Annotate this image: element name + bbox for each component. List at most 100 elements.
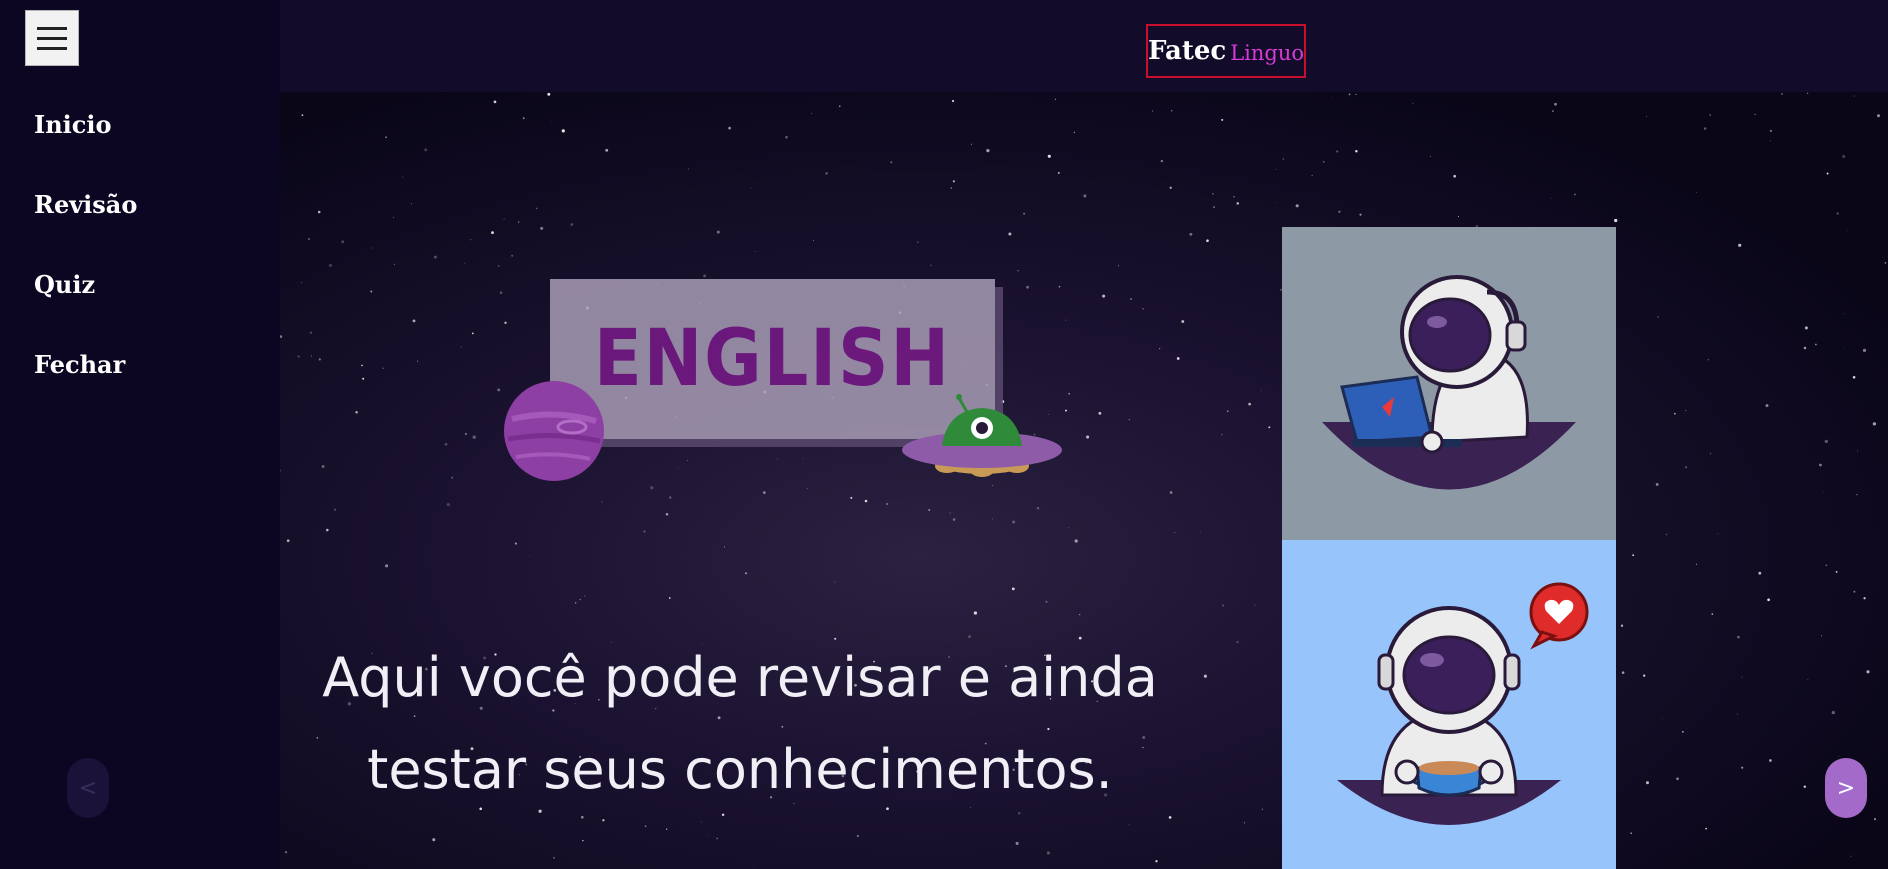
star bbox=[1843, 313, 1845, 315]
star bbox=[1674, 412, 1676, 415]
star bbox=[1045, 600, 1048, 603]
star bbox=[382, 367, 384, 369]
star bbox=[392, 217, 394, 218]
star bbox=[1657, 316, 1659, 318]
sidebar-link-fechar[interactable]: Fechar bbox=[34, 350, 125, 379]
star bbox=[1831, 711, 1835, 715]
ufo-icon bbox=[902, 394, 1062, 477]
star bbox=[1181, 320, 1185, 323]
top-bar: Fatec Linguo bbox=[280, 0, 1888, 92]
star bbox=[1655, 482, 1659, 486]
star bbox=[1632, 554, 1635, 557]
star bbox=[1023, 212, 1026, 215]
star bbox=[311, 355, 312, 357]
star bbox=[361, 364, 363, 367]
sidebar-nav: Inicio Revisão Quiz Fechar bbox=[34, 110, 137, 430]
star bbox=[1754, 113, 1756, 116]
star bbox=[1665, 533, 1668, 536]
sidebar-link-inicio[interactable]: Inicio bbox=[34, 110, 112, 139]
star bbox=[992, 518, 993, 520]
star bbox=[708, 834, 710, 836]
star bbox=[1189, 232, 1193, 236]
star bbox=[1850, 855, 1852, 857]
sidebar-link-quiz[interactable]: Quiz bbox=[34, 270, 95, 299]
star bbox=[1872, 422, 1877, 426]
star bbox=[716, 230, 720, 234]
star bbox=[1011, 587, 1015, 591]
astronaut-laptop-panel bbox=[1282, 227, 1616, 540]
star bbox=[1855, 493, 1858, 496]
star bbox=[1814, 343, 1817, 346]
star bbox=[333, 508, 337, 511]
star bbox=[1355, 93, 1357, 95]
hamburger-icon-bar bbox=[37, 46, 67, 50]
star bbox=[700, 821, 702, 823]
star bbox=[1128, 419, 1130, 421]
star bbox=[1155, 860, 1158, 863]
star bbox=[582, 839, 584, 842]
star bbox=[1818, 463, 1822, 467]
star bbox=[1058, 285, 1061, 288]
star bbox=[410, 203, 412, 205]
star bbox=[1074, 539, 1078, 543]
star bbox=[1170, 109, 1173, 112]
star bbox=[301, 282, 303, 284]
star bbox=[1781, 93, 1783, 95]
star bbox=[1268, 426, 1271, 429]
tagline-line-2: testar seus conhecimentos. bbox=[367, 738, 1113, 801]
star bbox=[834, 581, 836, 583]
star bbox=[561, 129, 565, 133]
star bbox=[584, 595, 586, 597]
star bbox=[1863, 597, 1866, 600]
star bbox=[1261, 808, 1263, 810]
star bbox=[1015, 841, 1019, 845]
star bbox=[1711, 613, 1714, 615]
star bbox=[1682, 730, 1684, 733]
star bbox=[514, 542, 517, 545]
star bbox=[1102, 294, 1106, 298]
star bbox=[385, 136, 387, 139]
star bbox=[1643, 674, 1646, 677]
site-logo[interactable]: Fatec Linguo bbox=[1146, 24, 1306, 78]
star bbox=[1838, 755, 1840, 757]
sidebar-link-revisao[interactable]: Revisão bbox=[34, 190, 137, 219]
star bbox=[813, 240, 814, 242]
star bbox=[417, 360, 419, 362]
star bbox=[547, 92, 551, 96]
star bbox=[930, 264, 932, 267]
star bbox=[1705, 827, 1707, 830]
star bbox=[550, 120, 552, 122]
star bbox=[950, 187, 952, 189]
star bbox=[460, 346, 462, 348]
star bbox=[1065, 319, 1067, 321]
star bbox=[491, 231, 494, 235]
star bbox=[1412, 102, 1414, 104]
star bbox=[1884, 262, 1887, 264]
hamburger-icon-bar bbox=[37, 26, 67, 30]
star bbox=[1159, 348, 1161, 350]
star bbox=[1853, 95, 1855, 97]
hamburger-menu-button[interactable] bbox=[25, 10, 79, 66]
carousel-next-button[interactable]: > bbox=[1825, 758, 1867, 818]
star bbox=[1709, 452, 1712, 455]
star bbox=[540, 226, 544, 230]
star bbox=[1621, 671, 1625, 674]
star bbox=[355, 411, 358, 414]
star bbox=[644, 825, 647, 827]
star bbox=[1176, 357, 1180, 360]
star bbox=[802, 458, 804, 459]
star bbox=[825, 172, 828, 175]
star bbox=[553, 856, 555, 859]
star bbox=[666, 828, 668, 830]
star bbox=[1803, 346, 1807, 350]
star bbox=[1824, 439, 1828, 444]
star bbox=[1765, 404, 1769, 408]
star bbox=[1275, 168, 1277, 170]
star bbox=[464, 262, 466, 264]
carousel-prev-button[interactable]: < bbox=[67, 758, 109, 818]
star bbox=[326, 528, 329, 532]
star bbox=[1068, 392, 1071, 395]
star bbox=[1160, 159, 1164, 163]
star bbox=[1741, 766, 1744, 769]
star bbox=[1717, 533, 1719, 535]
